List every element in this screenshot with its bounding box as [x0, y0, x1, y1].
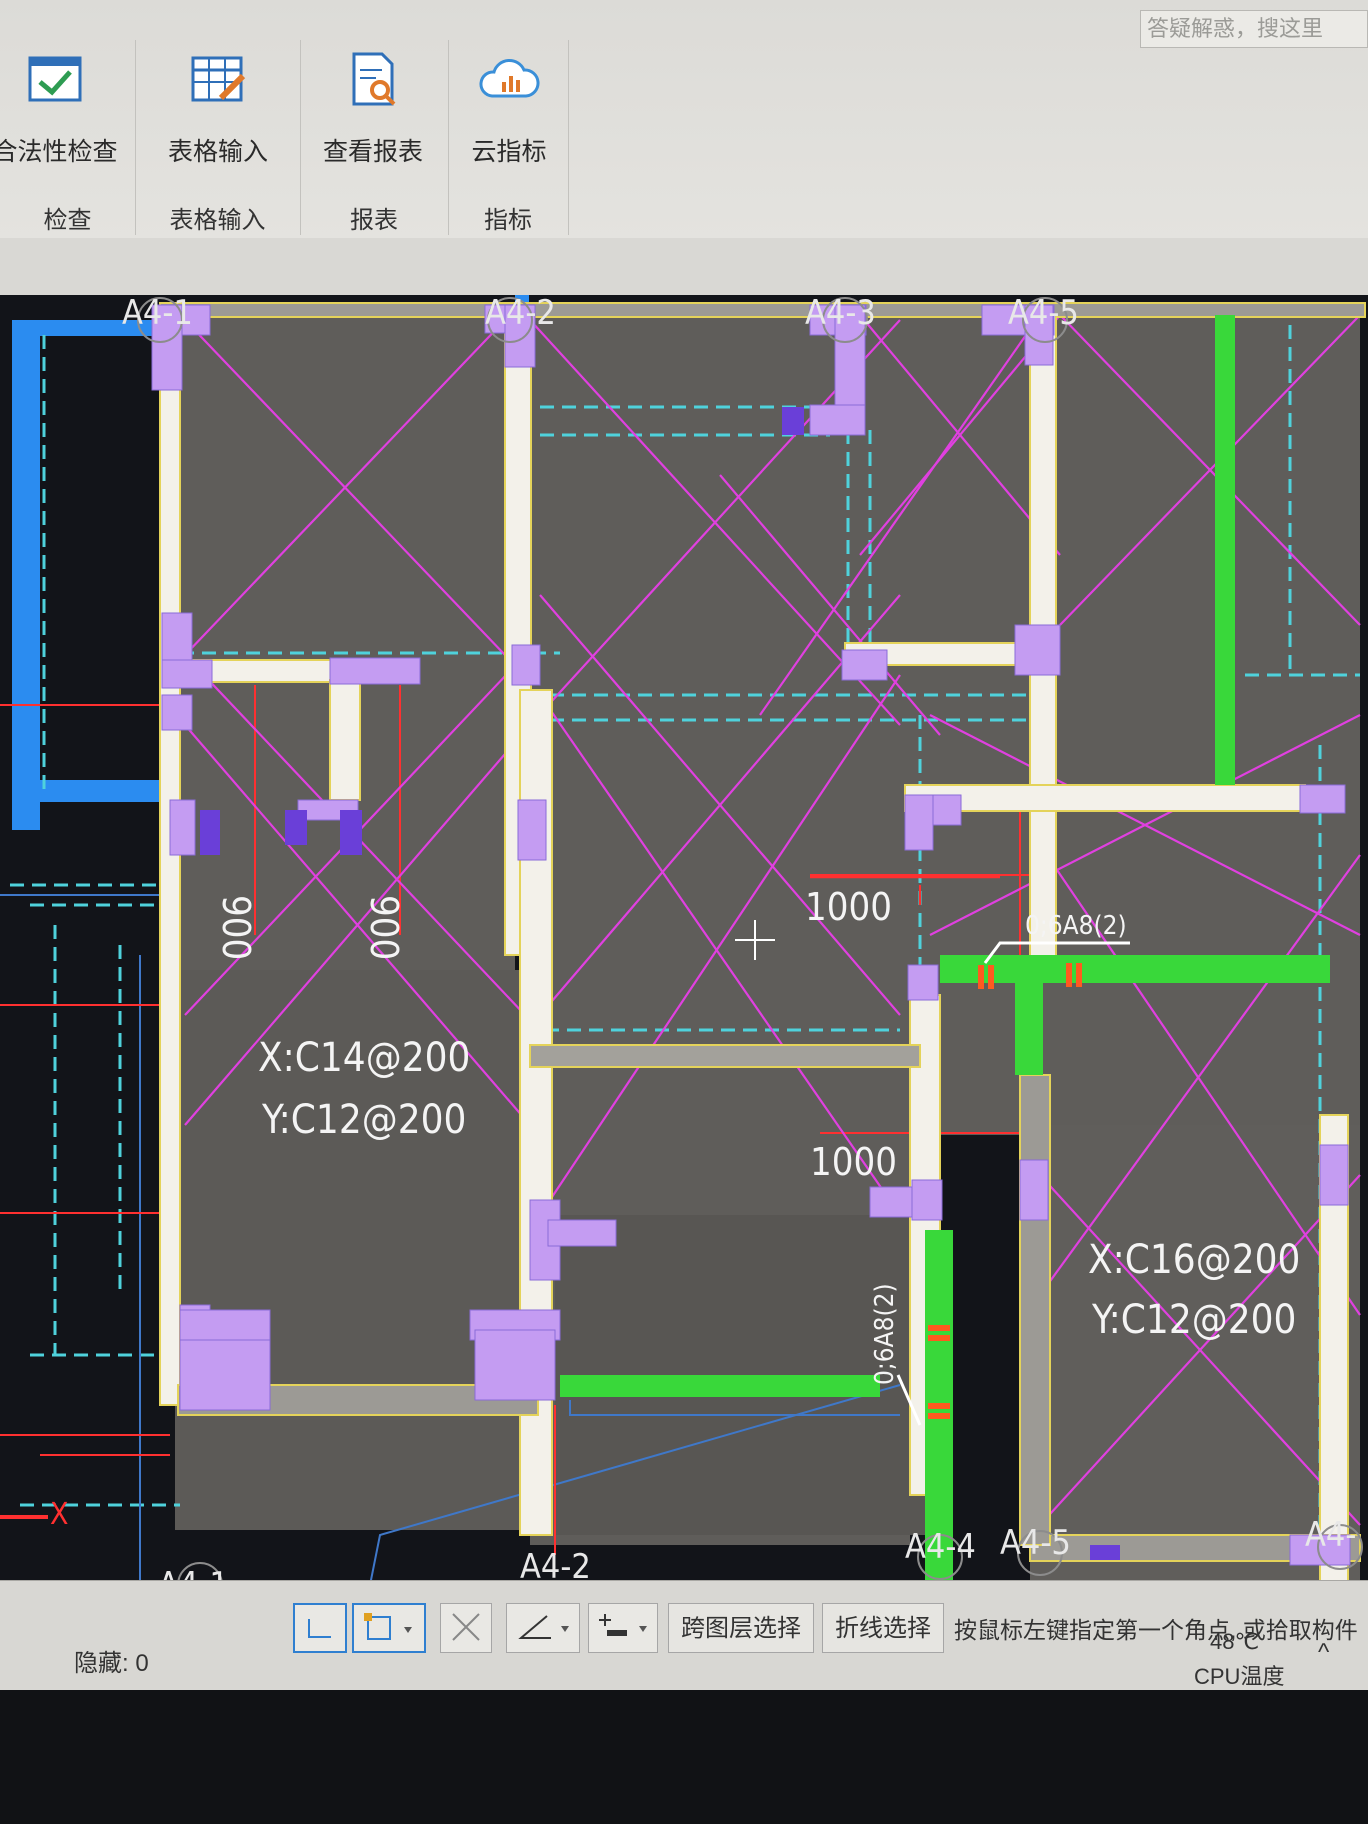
group-index: 云指标 指标	[448, 40, 569, 235]
cross-toggle[interactable]	[440, 1603, 492, 1653]
axis-label-top-1: A4-1	[122, 293, 193, 333]
group-report: 查看报表 报表	[300, 40, 449, 235]
offset-icon	[599, 1614, 647, 1636]
slab-left-y-rebar: Y:C12@200	[262, 1097, 467, 1143]
cross-icon	[452, 1613, 480, 1641]
view-report-button[interactable]: 查看报表	[298, 50, 448, 180]
ribbon: 答疑解惑，搜这里 合法性检查 检查 表格输入 表格输入 查看报表 报表 云指标 …	[0, 0, 1368, 240]
floor-plan-drawing	[0, 295, 1368, 1615]
cloud-index-button[interactable]: 云指标	[434, 50, 584, 180]
command-prompt: 按鼠标左键指定第一个角点, 或拾取构件	[954, 1617, 1358, 1643]
table-input-label: 表格输入	[167, 138, 268, 166]
axis-label-top-5: A4-5	[1008, 293, 1079, 333]
dimension-900-a: 900	[214, 895, 258, 961]
axis-label-bottom-5: A4-5	[1000, 1523, 1071, 1563]
table-edit-icon	[191, 56, 246, 102]
dimension-1000-bottom: 1000	[810, 1140, 897, 1184]
cloud-index-label: 云指标	[471, 138, 547, 166]
axis-label-bottom-6: A4-	[1305, 1515, 1357, 1555]
group-index-label: 指标	[484, 207, 532, 234]
axis-label-top-2: A4-2	[485, 293, 556, 333]
cross-layer-select-button[interactable]: 跨图层选择	[668, 1603, 814, 1653]
tray-chevron-icon[interactable]: ^	[1318, 1639, 1329, 1667]
group-check: 合法性检查 检查	[0, 40, 136, 235]
snap-icon	[364, 1613, 412, 1640]
slab-right-x-rebar: X:C16@200	[1088, 1237, 1301, 1283]
view-report-label: 查看报表	[322, 138, 423, 166]
report-search-icon	[352, 52, 396, 106]
legality-check-label: 合法性检查	[0, 138, 118, 166]
cpu-temperature-label: CPU温度	[1194, 1664, 1285, 1689]
ortho-icon	[308, 1619, 331, 1638]
beam-stirrup-note-a: 0;6A8(2)	[1025, 911, 1127, 941]
ortho-toggle[interactable]	[293, 1603, 347, 1653]
check-icon	[28, 56, 82, 102]
help-search-input[interactable]: 答疑解惑，搜这里	[1140, 10, 1368, 48]
slab-left-x-rebar: X:C14@200	[258, 1035, 471, 1081]
ucs-x-label: X	[50, 1497, 69, 1532]
polyline-select-button[interactable]: 折线选择	[822, 1603, 944, 1653]
hidden-count: 隐藏: 0	[74, 1650, 149, 1677]
cpu-temperature: 48℃	[1210, 1629, 1260, 1654]
ribbon-spacer	[0, 238, 1368, 298]
angle-icon	[518, 1615, 569, 1639]
monitor-bezel	[0, 1690, 1368, 1824]
group-table-input-label: 表格输入	[169, 207, 266, 234]
dimension-1000-top: 1000	[805, 885, 892, 929]
table-input-button[interactable]: 表格输入	[143, 50, 293, 180]
group-check-label: 检查	[43, 207, 92, 234]
slab-right-y-rebar: Y:C12@200	[1092, 1297, 1297, 1343]
dimension-900-b: 900	[362, 895, 406, 961]
drawing-canvas[interactable]: A4-1 A4-2 A4-3 A4-5 A4-1 A4-2 A4-4 A4-5 …	[0, 293, 1368, 1615]
axis-label-bottom-4: A4-4	[905, 1527, 976, 1567]
angle-dropdown[interactable]	[506, 1603, 580, 1653]
status-bar: 隐藏: 0 跨图层选择 折线选择 按鼠标左键指定第一个角点, 或拾取构件 48℃…	[0, 1580, 1368, 1691]
offset-dropdown[interactable]	[588, 1603, 658, 1653]
snap-dropdown[interactable]	[352, 1603, 426, 1653]
beam-stirrup-note-b: 0;6A8(2)	[870, 1283, 900, 1385]
group-report-label: 报表	[350, 207, 398, 234]
group-table-input: 表格输入 表格输入	[135, 40, 301, 235]
cloud-chart-icon	[479, 59, 540, 98]
legality-check-button[interactable]: 合法性检查	[0, 50, 130, 180]
axis-label-top-3: A4-3	[805, 293, 876, 333]
